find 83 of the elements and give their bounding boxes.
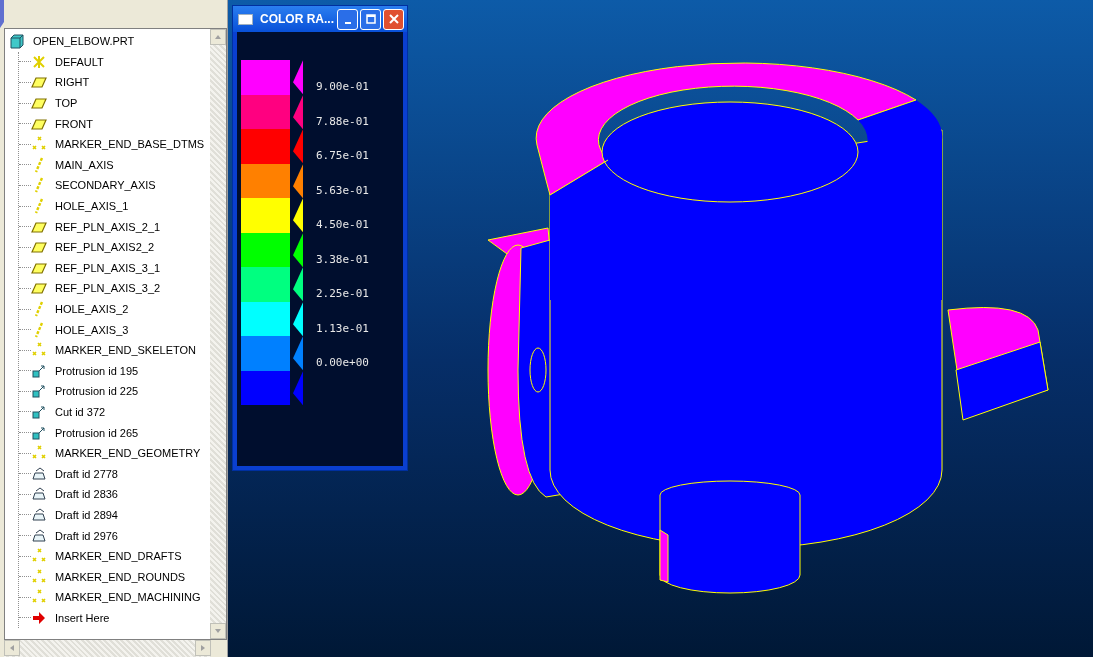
- draft-icon: [31, 527, 47, 544]
- tree-item[interactable]: MAIN_AXIS: [19, 154, 210, 176]
- marker-icon: [31, 568, 47, 585]
- tree-item[interactable]: HOLE_AXIS_1: [19, 195, 210, 217]
- tree-item[interactable]: Protrusion id 195: [19, 360, 210, 382]
- pointer-icon: [293, 336, 303, 371]
- tree-item[interactable]: TOP: [19, 92, 210, 114]
- scale-label: 0.00e+00: [316, 355, 369, 369]
- draft-icon: [31, 486, 47, 503]
- left-arrow-icon: [8, 644, 16, 652]
- close-button[interactable]: [383, 8, 404, 30]
- pointer-icon: [293, 129, 303, 164]
- tree-item[interactable]: HOLE_AXIS_3: [19, 319, 210, 340]
- scroll-up-button[interactable]: [210, 29, 226, 45]
- tree-item[interactable]: REF_PLN_AXIS_3_2: [19, 278, 210, 299]
- maximize-button[interactable]: [360, 8, 381, 30]
- pointer-icon: [293, 94, 303, 129]
- tree-item[interactable]: SECONDARY_AXIS: [19, 175, 210, 196]
- arrow-icon: [31, 609, 47, 626]
- tree-item[interactable]: Draft id 2976: [19, 525, 210, 546]
- tree-item[interactable]: Draft id 2778: [19, 463, 210, 485]
- scale-label: 4.50e-01: [316, 217, 369, 231]
- window-icon: [238, 13, 253, 25]
- scale-label: 5.63e-01: [316, 182, 369, 197]
- plane-icon: [31, 280, 47, 297]
- coordinate-system-icon: [31, 53, 47, 70]
- close-icon: [387, 13, 400, 25]
- scale-label: 7.88e-01: [316, 113, 369, 128]
- pointer-icon: [293, 267, 303, 302]
- window-title: COLOR RA...: [260, 12, 335, 26]
- scale-label: 9.00e-01: [316, 79, 369, 93]
- tree-item[interactable]: MARKER_END_GEOMETRY: [19, 442, 210, 464]
- up-arrow-icon: [214, 33, 222, 41]
- tree-item[interactable]: MARKER_END_BASE_DTMS: [19, 133, 210, 155]
- scale-label: 1.13e-01: [316, 320, 369, 335]
- vertical-scrollbar[interactable]: [210, 29, 226, 639]
- extrude-icon: [31, 404, 47, 420]
- pointer-icon: [293, 163, 303, 198]
- tree-item[interactable]: Protrusion id 265: [19, 422, 210, 443]
- down-arrow-icon: [214, 627, 222, 635]
- tree-item[interactable]: Draft id 2894: [19, 504, 210, 526]
- extrude-icon: [31, 362, 47, 379]
- scale-label: 3.38e-01: [316, 251, 369, 266]
- tree-item[interactable]: RIGHT: [19, 72, 210, 93]
- extrude-icon: [31, 383, 47, 400]
- scroll-left-button[interactable]: [4, 640, 20, 656]
- pointer-icon: [293, 232, 303, 267]
- pointer-icon: [293, 301, 303, 336]
- draft-icon: [31, 506, 47, 523]
- extrude-icon: [31, 424, 47, 441]
- plane-icon: [31, 95, 47, 112]
- scale-label: 2.25e-01: [316, 286, 369, 300]
- pointer-icon: [293, 198, 303, 233]
- plane-icon: [31, 74, 47, 91]
- tree-item[interactable]: HOLE_AXIS_2: [19, 298, 210, 320]
- tree-item[interactable]: FRONT: [19, 113, 210, 134]
- tree-item[interactable]: Insert Here: [19, 607, 210, 629]
- tree-item[interactable]: Cut id 372: [19, 401, 210, 423]
- tree-item[interactable]: REF_PLN_AXIS2_2: [19, 236, 210, 258]
- tree-item[interactable]: REF_PLN_AXIS_3_1: [19, 257, 210, 279]
- tree-item[interactable]: Protrusion id 225: [19, 381, 210, 402]
- draft-icon: [31, 465, 47, 482]
- minimize-button[interactable]: [337, 8, 358, 30]
- cube-icon: [9, 33, 25, 50]
- tree-item[interactable]: MARKER_END_DRAFTS: [19, 545, 210, 567]
- tree-item[interactable]: MARKER_END_MACHINING: [19, 587, 210, 608]
- tree-item[interactable]: Draft id 2836: [19, 484, 210, 505]
- maximize-icon: [364, 13, 377, 25]
- plane-icon: [31, 239, 47, 256]
- tree-item[interactable]: DEFAULT: [19, 51, 210, 73]
- tree-item[interactable]: REF_PLN_AXIS_2_1: [19, 216, 210, 237]
- tree-item[interactable]: MARKER_END_ROUNDS: [19, 566, 210, 588]
- horizontal-scrollbar[interactable]: [4, 640, 211, 657]
- pointer-icon: [293, 370, 303, 405]
- scroll-right-button[interactable]: [195, 640, 211, 656]
- scale-label: 6.75e-01: [316, 148, 369, 162]
- tree-item[interactable]: MARKER_END_SKELETON: [19, 339, 210, 361]
- scroll-down-button[interactable]: [210, 623, 226, 639]
- tree-item[interactable]: OPEN_ELBOW.PRT: [9, 31, 210, 52]
- pointer-icon: [293, 60, 303, 95]
- right-arrow-icon: [199, 644, 207, 652]
- graphics-viewport[interactable]: COLOR RA... 9.00e-01 7.88e-01 6.75e-01 5.63e-01 4.50e-01 3.38e-01 2.25e-01 1.13e-01 0.00e+00: [228, 0, 1093, 657]
- minimize-icon: [344, 22, 351, 24]
